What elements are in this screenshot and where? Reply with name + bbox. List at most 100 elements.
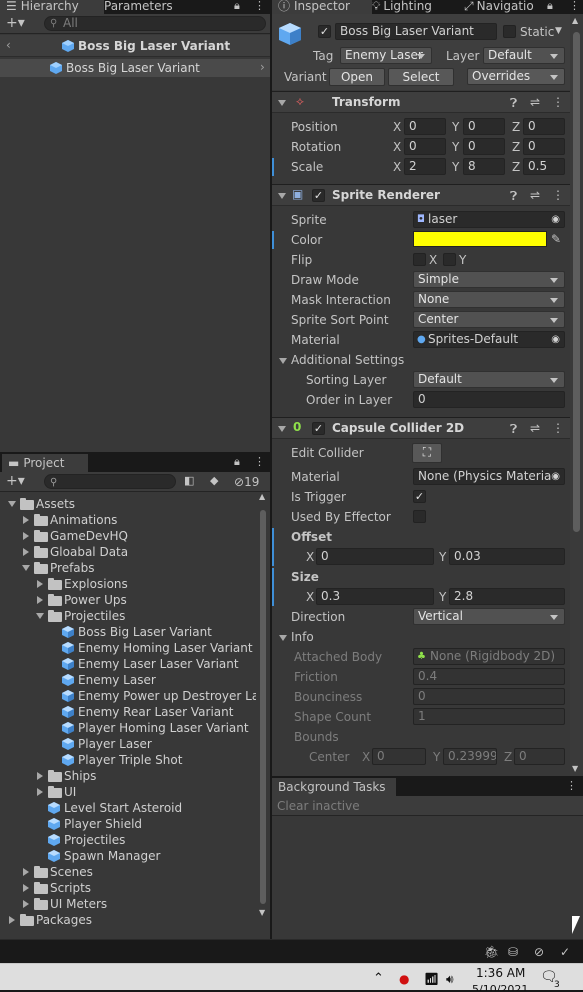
tab-hierarchy[interactable]: ☰ Hierarchy [0,0,104,14]
transform-header[interactable]: ⟡ Transform ❓︎ ⇌ ⋮ [272,91,570,113]
show-hidden-icons-icon[interactable]: ⌃ [373,972,384,986]
project-tree-item[interactable]: Gloabal Data [0,544,256,560]
project-tree-item[interactable]: Scenes [0,864,256,880]
foldout-collapsed-icon[interactable] [37,772,43,780]
select-button[interactable]: Select [388,68,454,86]
more-menu-icon[interactable]: ⋮ [569,0,580,12]
foldout-expanded-icon[interactable] [22,565,30,571]
draw-mode-dropdown[interactable]: Simple [413,271,565,288]
add-icon[interactable]: +▾ [6,474,25,488]
layer-dropdown[interactable]: Default [483,47,565,64]
object-name-field[interactable]: Boss Big Laser Variant [335,23,497,40]
project-tree-item[interactable]: Enemy Laser [0,672,256,688]
rotation-y-field[interactable]: 0 [463,138,505,155]
project-tree-item[interactable]: Enemy Rear Laser Variant [0,704,256,720]
more-menu-icon[interactable]: ⋮ [566,780,577,792]
project-scrollbar[interactable]: ▲ ▼ [258,492,268,917]
foldout-collapsed-icon[interactable] [9,916,15,924]
hidden-packages-button[interactable]: ⊘19 [234,475,259,489]
breadcrumb-title[interactable]: Boss Big Laser Variant [78,39,230,53]
additional-settings-foldout-icon[interactable] [279,358,287,364]
more-menu-icon[interactable]: ⋮ [254,456,265,468]
cache-server-icon[interactable]: ⛁ [508,945,518,959]
flip-x-checkbox[interactable] [413,253,426,266]
foldout-collapsed-icon[interactable] [37,580,43,588]
label-icon[interactable]: ◆ [210,475,218,487]
foldout-collapsed-icon[interactable] [23,900,29,908]
hierarchy-search-input[interactable]: ⚲ All [44,16,266,31]
debug-bug-icon[interactable]: 🐞︎ [484,945,499,959]
color-field[interactable] [413,231,547,247]
project-tree-item[interactable]: Packages [0,912,256,928]
scroll-up-icon[interactable]: ▲ [572,14,578,28]
foldout-collapsed-icon[interactable] [37,596,43,604]
scrollbar-thumb[interactable] [260,510,266,904]
sorting-layer-dropdown[interactable]: Default [413,371,565,388]
offset-y-field[interactable]: 0.03 [449,548,565,565]
object-picker-icon[interactable]: ◉ [551,469,560,484]
project-tree-item[interactable]: UI Meters [0,896,256,912]
foldout-collapsed-icon[interactable] [23,884,29,892]
foldout-collapsed-icon[interactable] [23,532,29,540]
active-checkbox[interactable]: ✓ [318,25,331,38]
project-tree-item[interactable]: Boss Big Laser Variant [0,624,256,640]
foldout-expanded-icon[interactable] [8,501,16,507]
open-button[interactable]: Open [329,68,385,86]
info-foldout-icon[interactable] [279,635,287,641]
position-x-field[interactable]: 0 [404,118,446,135]
project-tree-item[interactable]: Explosions [0,576,256,592]
project-tree-item[interactable]: Enemy Homing Laser Variant [0,640,256,656]
foldout-icon[interactable] [278,100,286,106]
project-tree-item[interactable]: Projectiles [0,608,256,624]
mask-interaction-dropdown[interactable]: None [413,291,565,308]
tab-project[interactable]: ▬ Project [2,454,88,472]
position-z-field[interactable]: 0 [523,118,565,135]
sprite-sort-point-dropdown[interactable]: Center [413,311,565,328]
tab-inspector[interactable]: ⓘ Inspector [272,0,372,14]
project-tree-item[interactable]: Level Start Asteroid [0,800,256,816]
inspector-scrollbar[interactable]: ▲ ▼ [570,14,583,776]
physics-material-field[interactable]: None (Physics Material ◉ [413,468,565,485]
more-menu-icon[interactable]: ⋮ [552,421,564,435]
tag-dropdown[interactable]: Enemy Laser [340,47,432,64]
scroll-down-icon[interactable]: ▼ [259,906,265,920]
foldout-icon[interactable] [278,426,286,432]
tab-background-tasks[interactable]: Background Tasks [272,778,396,796]
object-picker-icon[interactable]: ◉ [551,332,560,347]
tab-parameters[interactable]: Parameters [98,0,179,14]
hierarchy-item[interactable]: Boss Big Laser Variant › [0,59,270,77]
material-field[interactable]: ● Sprites-Default ◉ [413,331,565,348]
foldout-expanded-icon[interactable] [36,613,44,619]
static-checkbox[interactable] [503,25,516,38]
project-tree-item[interactable]: Player Triple Shot [0,752,256,768]
project-tree-item[interactable]: Assets [0,496,256,512]
scroll-down-icon[interactable]: ▼ [572,762,578,776]
eyedropper-icon[interactable]: ✎ [551,232,561,246]
lock-icon[interactable]: 🔒︎ [234,456,240,468]
preset-icon[interactable]: ⇌ [530,95,540,109]
foldout-collapsed-icon[interactable] [23,548,29,556]
back-chevron-icon[interactable]: ‹ [6,38,11,52]
used-by-effector-checkbox[interactable] [413,510,426,523]
tab-navigation[interactable]: ⤢ Navigatio [458,0,548,14]
more-menu-icon[interactable]: ⋮ [552,188,564,202]
sprite-renderer-header[interactable]: ▣ ✓ Sprite Renderer ❓︎ ⇌ ⋮ [272,184,570,206]
capsule-collider-enabled-checkbox[interactable]: ✓ [312,422,325,435]
progress-check-icon[interactable]: ✓ [560,945,570,959]
chevron-right-icon[interactable]: › [260,60,265,74]
size-y-field[interactable]: 2.8 [449,588,565,605]
project-tree-item[interactable]: Enemy Power up Destroyer Lase [0,688,256,704]
chevron-down-icon[interactable]: ▼ [555,24,562,38]
help-icon[interactable]: ❓︎ [510,189,517,203]
lock-icon[interactable]: 🔒︎ [547,0,553,12]
foldout-collapsed-icon[interactable] [23,516,29,524]
scrollbar-thumb[interactable] [573,32,580,532]
project-tree-item[interactable]: Player Shield [0,816,256,832]
rotation-x-field[interactable]: 0 [404,138,446,155]
project-tree-item[interactable]: Projectiles [0,832,256,848]
add-icon[interactable]: +▾ [6,16,25,30]
sprite-field[interactable]: ◘ laser ◉ [413,211,565,228]
is-trigger-checkbox[interactable]: ✓ [413,490,426,503]
project-tree-item[interactable]: Prefabs [0,560,256,576]
edit-collider-button[interactable]: ⛶ [412,443,442,463]
